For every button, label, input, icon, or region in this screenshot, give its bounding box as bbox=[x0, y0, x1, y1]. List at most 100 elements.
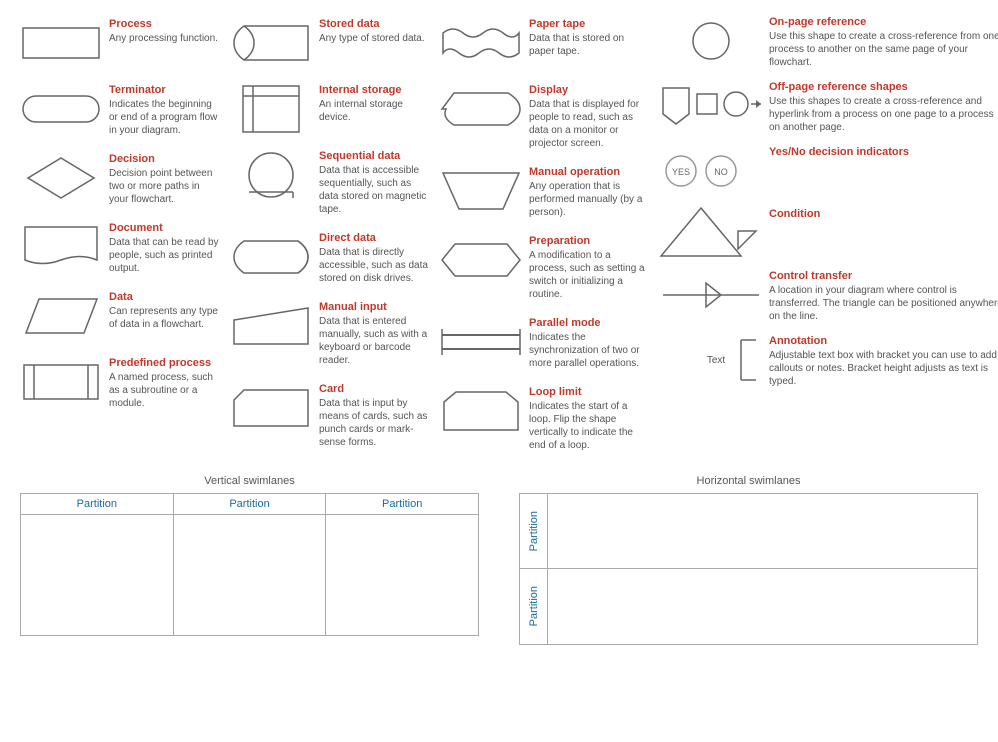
shape-info-loop: Loop limit Indicates the start of a loop… bbox=[529, 386, 649, 452]
shape-visual-control bbox=[661, 270, 761, 320]
loop-desc: Indicates the start of a loop. Flip the … bbox=[529, 400, 649, 452]
horizontal-swimlane-title: Horizontal swimlanes bbox=[519, 475, 978, 487]
loop-title: Loop limit bbox=[529, 386, 649, 398]
shape-info-internal: Internal storage An internal storage dev… bbox=[319, 84, 429, 124]
shape-visual-data bbox=[21, 291, 101, 341]
hsw-content-2 bbox=[548, 569, 977, 644]
shape-info-decision: Decision Decision point between two or m… bbox=[109, 153, 219, 206]
shape-item-condition: Condition bbox=[655, 202, 998, 264]
vsw-header-row: Partition Partition Partition bbox=[21, 494, 478, 515]
sequential-title: Sequential data bbox=[319, 150, 429, 162]
document-title: Document bbox=[109, 222, 219, 234]
hsw-label-1: Partition bbox=[520, 494, 548, 568]
shape-info-parallel: Parallel mode Indicates the synchronizat… bbox=[529, 317, 649, 370]
vsw-header-2: Partition bbox=[174, 494, 327, 514]
predefined-title: Predefined process bbox=[109, 357, 219, 369]
shape-visual-decision bbox=[21, 153, 101, 203]
stored-title: Stored data bbox=[319, 18, 429, 30]
shape-info-yes-no: Yes/No decision indicators bbox=[769, 146, 998, 160]
shape-visual-manual-input bbox=[231, 301, 311, 351]
terminator-title: Terminator bbox=[109, 84, 219, 96]
shape-info-predefined: Predefined process A named process, such… bbox=[109, 357, 219, 410]
control-desc: A location in your diagram where control… bbox=[769, 284, 998, 323]
shape-info-manual-operation: Manual operation Any operation that is p… bbox=[529, 166, 649, 219]
col4: On-page reference Use this shape to crea… bbox=[655, 10, 998, 460]
shape-visual-sequential bbox=[231, 150, 311, 200]
on-page-ref-desc: Use this shape to create a cross-referen… bbox=[769, 30, 998, 69]
svg-text:NO: NO bbox=[714, 167, 728, 177]
shape-visual-stored bbox=[231, 18, 311, 68]
shape-info-on-page-ref: On-page reference Use this shape to crea… bbox=[769, 16, 998, 69]
vertical-swimlane: Partition Partition Partition bbox=[20, 493, 479, 636]
svg-text:Text: Text bbox=[707, 355, 726, 366]
shape-info-paper-tape: Paper tape Data that is stored on paper … bbox=[529, 18, 649, 58]
shape-item-document: Document Data that can be read by people… bbox=[15, 214, 225, 283]
col2: Stored data Any type of stored data. Int… bbox=[225, 10, 435, 460]
shape-info-process: Process Any processing function. bbox=[109, 18, 219, 45]
shape-visual-document bbox=[21, 222, 101, 272]
shape-visual-display bbox=[441, 84, 521, 134]
control-title: Control transfer bbox=[769, 270, 998, 282]
shape-item-on-page-ref: On-page reference Use this shape to crea… bbox=[655, 10, 998, 75]
shape-info-data: Data Can represents any type of data in … bbox=[109, 291, 219, 331]
shape-info-off-page-ref: Off-page reference shapes Use this shape… bbox=[769, 81, 998, 134]
on-page-ref-title: On-page reference bbox=[769, 16, 998, 28]
preparation-title: Preparation bbox=[529, 235, 649, 247]
shape-item-data: Data Can represents any type of data in … bbox=[15, 283, 225, 349]
main-container: Process Any processing function. Termina… bbox=[0, 0, 998, 655]
shape-item-manual-operation: Manual operation Any operation that is p… bbox=[435, 158, 655, 227]
shape-visual-off-page-ref bbox=[661, 81, 761, 131]
annotation-title: Annotation bbox=[769, 335, 998, 347]
shape-info-direct: Direct data Data that is directly access… bbox=[319, 232, 429, 285]
shape-visual-on-page-ref bbox=[661, 16, 761, 66]
manual-input-title: Manual input bbox=[319, 301, 429, 313]
shape-item-control: Control transfer A location in your diag… bbox=[655, 264, 998, 329]
hsw-row-2: Partition bbox=[520, 569, 977, 644]
shape-item-loop: Loop limit Indicates the start of a loop… bbox=[435, 378, 655, 460]
shape-visual-yes-no: YES NO bbox=[661, 146, 761, 196]
horizontal-swimlane-group: Horizontal swimlanes Partition Partition bbox=[519, 475, 978, 645]
shape-info-annotation: Annotation Adjustable text box with brac… bbox=[769, 335, 998, 388]
data-title: Data bbox=[109, 291, 219, 303]
parallel-title: Parallel mode bbox=[529, 317, 649, 329]
decision-desc: Decision point between two or more paths… bbox=[109, 167, 219, 206]
internal-title: Internal storage bbox=[319, 84, 429, 96]
vsw-header-3: Partition bbox=[326, 494, 478, 514]
swimlanes-section: Vertical swimlanes Partition Partition P… bbox=[15, 475, 983, 645]
shape-visual-condition bbox=[661, 208, 761, 258]
condition-title: Condition bbox=[769, 208, 998, 220]
parallel-desc: Indicates the synchronization of two or … bbox=[529, 331, 649, 370]
col1: Process Any processing function. Termina… bbox=[15, 10, 225, 460]
preparation-desc: A modification to a process, such as set… bbox=[529, 249, 649, 301]
direct-title: Direct data bbox=[319, 232, 429, 244]
sequential-desc: Data that is accessible sequentially, su… bbox=[319, 164, 429, 216]
vsw-header-1: Partition bbox=[21, 494, 174, 514]
hsw-label-text-1: Partition bbox=[528, 511, 540, 551]
shape-info-control: Control transfer A location in your diag… bbox=[769, 270, 998, 323]
shape-visual-terminator bbox=[21, 84, 101, 134]
shape-item-internal: Internal storage An internal storage dev… bbox=[225, 76, 435, 142]
shape-info-document: Document Data that can be read by people… bbox=[109, 222, 219, 275]
predefined-desc: A named process, such as a subroutine or… bbox=[109, 371, 219, 410]
shape-item-process: Process Any processing function. bbox=[15, 10, 225, 76]
svg-text:YES: YES bbox=[672, 167, 690, 177]
vertical-swimlane-title: Vertical swimlanes bbox=[20, 475, 479, 487]
shape-item-yes-no: YES NO Yes/No decision indicators bbox=[655, 140, 998, 202]
shapes-grid: Process Any processing function. Termina… bbox=[15, 10, 983, 460]
off-page-ref-desc: Use this shapes to create a cross-refere… bbox=[769, 95, 998, 134]
shape-info-sequential: Sequential data Data that is accessible … bbox=[319, 150, 429, 216]
shape-info-display: Display Data that is displayed for peopl… bbox=[529, 84, 649, 150]
shape-visual-process bbox=[21, 18, 101, 68]
document-desc: Data that can be read by people, such as… bbox=[109, 236, 219, 275]
col3: Paper tape Data that is stored on paper … bbox=[435, 10, 655, 460]
shape-item-parallel: Parallel mode Indicates the synchronizat… bbox=[435, 309, 655, 378]
shape-info-preparation: Preparation A modification to a process,… bbox=[529, 235, 649, 301]
hsw-label-2: Partition bbox=[520, 569, 548, 644]
shape-visual-parallel bbox=[441, 317, 521, 367]
vsw-body-3 bbox=[326, 515, 478, 635]
display-desc: Data that is displayed for people to rea… bbox=[529, 98, 649, 150]
shape-item-display: Display Data that is displayed for peopl… bbox=[435, 76, 655, 158]
display-title: Display bbox=[529, 84, 649, 96]
vertical-swimlane-group: Vertical swimlanes Partition Partition P… bbox=[20, 475, 479, 645]
shape-info-manual-input: Manual input Data that is entered manual… bbox=[319, 301, 429, 367]
